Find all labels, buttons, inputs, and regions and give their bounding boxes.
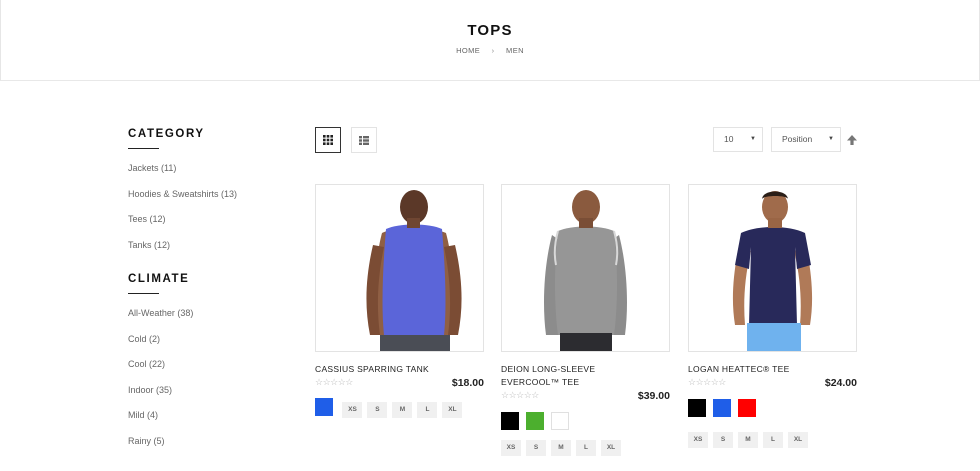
product-name-link[interactable]: LOGAN HEATTEC® TEE: [688, 363, 838, 376]
size-option-xs[interactable]: XS: [501, 440, 521, 456]
grid-view-button[interactable]: [315, 127, 341, 153]
filter-option-jackets[interactable]: Jackets (11): [128, 163, 298, 189]
rating-stars: ☆☆☆☆☆: [688, 377, 726, 387]
size-swatches: XS S M L XL: [501, 436, 670, 456]
product-card: LOGAN HEATTEC® TEE ☆☆☆☆☆ $24.00 XS S M L XL: [688, 184, 857, 448]
list-view-button[interactable]: [351, 127, 377, 153]
size-swatches: XS S M L XL: [688, 428, 857, 448]
size-option-m[interactable]: M: [738, 432, 758, 448]
product-price: $24.00: [824, 377, 857, 389]
size-option-l[interactable]: L: [763, 432, 783, 448]
size-option-s[interactable]: S: [713, 432, 733, 448]
size-option-l[interactable]: L: [576, 440, 596, 456]
filter-option-rainy[interactable]: Rainy (5): [128, 436, 298, 462]
sidebar-filters: CATEGORY Jackets (11) Hoodies & Sweatshi…: [128, 128, 298, 461]
product-price: $39.00: [637, 390, 670, 402]
divider: [128, 293, 159, 294]
color-swatch-blue[interactable]: [315, 398, 333, 416]
product-photo: [366, 190, 462, 351]
color-swatch-black[interactable]: [688, 399, 706, 417]
sort-direction-arrow-up-icon[interactable]: [846, 134, 858, 146]
product-image-long-sleeve-tee[interactable]: [501, 184, 670, 352]
color-swatch-red[interactable]: [738, 399, 756, 417]
grid-view-icon: [323, 135, 333, 145]
category-filter-list: Jackets (11) Hoodies & Sweatshirts (13) …: [128, 163, 298, 265]
product-card: CASSIUS SPARRING TANK ☆☆☆☆☆ $18.00 XS S M L…: [315, 184, 484, 418]
size-option-m[interactable]: M: [551, 440, 571, 456]
product-name-link[interactable]: CASSIUS SPARRING TANK: [315, 363, 465, 376]
filter-option-cold[interactable]: Cold (2): [128, 334, 298, 360]
size-option-xs[interactable]: XS: [342, 402, 363, 418]
size-option-xl[interactable]: XL: [442, 402, 463, 418]
color-swatch-black[interactable]: [501, 412, 519, 430]
category-filter-title: CATEGORY: [128, 128, 205, 140]
product-price: $18.00: [451, 377, 484, 389]
size-option-s[interactable]: S: [526, 440, 546, 456]
breadcrumb-current: MEN: [506, 46, 524, 55]
size-option-xl[interactable]: XL: [601, 440, 621, 456]
color-swatches: [315, 398, 340, 416]
product-card: DEION LONG-SLEEVE EVERCOOL™ TEE ☆☆☆☆☆ $3…: [501, 184, 670, 456]
rating-stars: ☆☆☆☆☆: [315, 377, 353, 387]
color-swatch-green[interactable]: [526, 412, 544, 430]
color-swatches: [501, 412, 670, 430]
climate-filter-list: All-Weather (38) Cold (2) Cool (22) Indo…: [128, 308, 298, 461]
filter-option-mild[interactable]: Mild (4): [128, 410, 298, 436]
chevron-down-icon: ▼: [828, 136, 834, 142]
size-swatches: XS S M L XL: [342, 398, 467, 418]
filter-option-tees[interactable]: Tees (12): [128, 214, 298, 240]
divider: [128, 148, 159, 149]
product-image-tank[interactable]: [315, 184, 484, 352]
size-option-s[interactable]: S: [367, 402, 388, 418]
page-title: TOPS: [467, 22, 513, 39]
filter-option-hoodies-sweatshirts[interactable]: Hoodies & Sweatshirts (13): [128, 189, 298, 215]
page-header: TOPS HOME › MEN: [0, 0, 980, 81]
size-option-m[interactable]: M: [392, 402, 413, 418]
sort-by-select[interactable]: Position ▼: [771, 127, 841, 152]
filter-option-indoor[interactable]: Indoor (35): [128, 385, 298, 411]
chevron-right-icon: ›: [491, 46, 495, 55]
product-name-link[interactable]: DEION LONG-SLEEVE EVERCOOL™ TEE: [501, 363, 651, 389]
product-image-tee[interactable]: [688, 184, 857, 352]
product-photo: [544, 190, 627, 351]
rating-stars: ☆☆☆☆☆: [501, 390, 539, 400]
size-option-xs[interactable]: XS: [688, 432, 708, 448]
product-photo: [732, 191, 813, 351]
list-view-icon: [359, 135, 369, 145]
filter-option-cool[interactable]: Cool (22): [128, 359, 298, 385]
size-option-xl[interactable]: XL: [788, 432, 808, 448]
breadcrumb: HOME › MEN: [1, 46, 979, 55]
sort-by-value: Position: [782, 134, 813, 144]
filter-option-tanks[interactable]: Tanks (12): [128, 240, 298, 266]
climate-filter-title: CLIMATE: [128, 273, 190, 285]
limiter-select[interactable]: 10 ▼: [713, 127, 763, 152]
breadcrumb-home-link[interactable]: HOME: [456, 46, 480, 55]
filter-option-all-weather[interactable]: All-Weather (38): [128, 308, 298, 334]
size-option-l[interactable]: L: [417, 402, 438, 418]
color-swatch-blue[interactable]: [713, 399, 731, 417]
limiter-value: 10: [724, 134, 734, 144]
color-swatches: [688, 399, 857, 417]
color-swatch-white[interactable]: [551, 412, 569, 430]
chevron-down-icon: ▼: [750, 136, 756, 142]
